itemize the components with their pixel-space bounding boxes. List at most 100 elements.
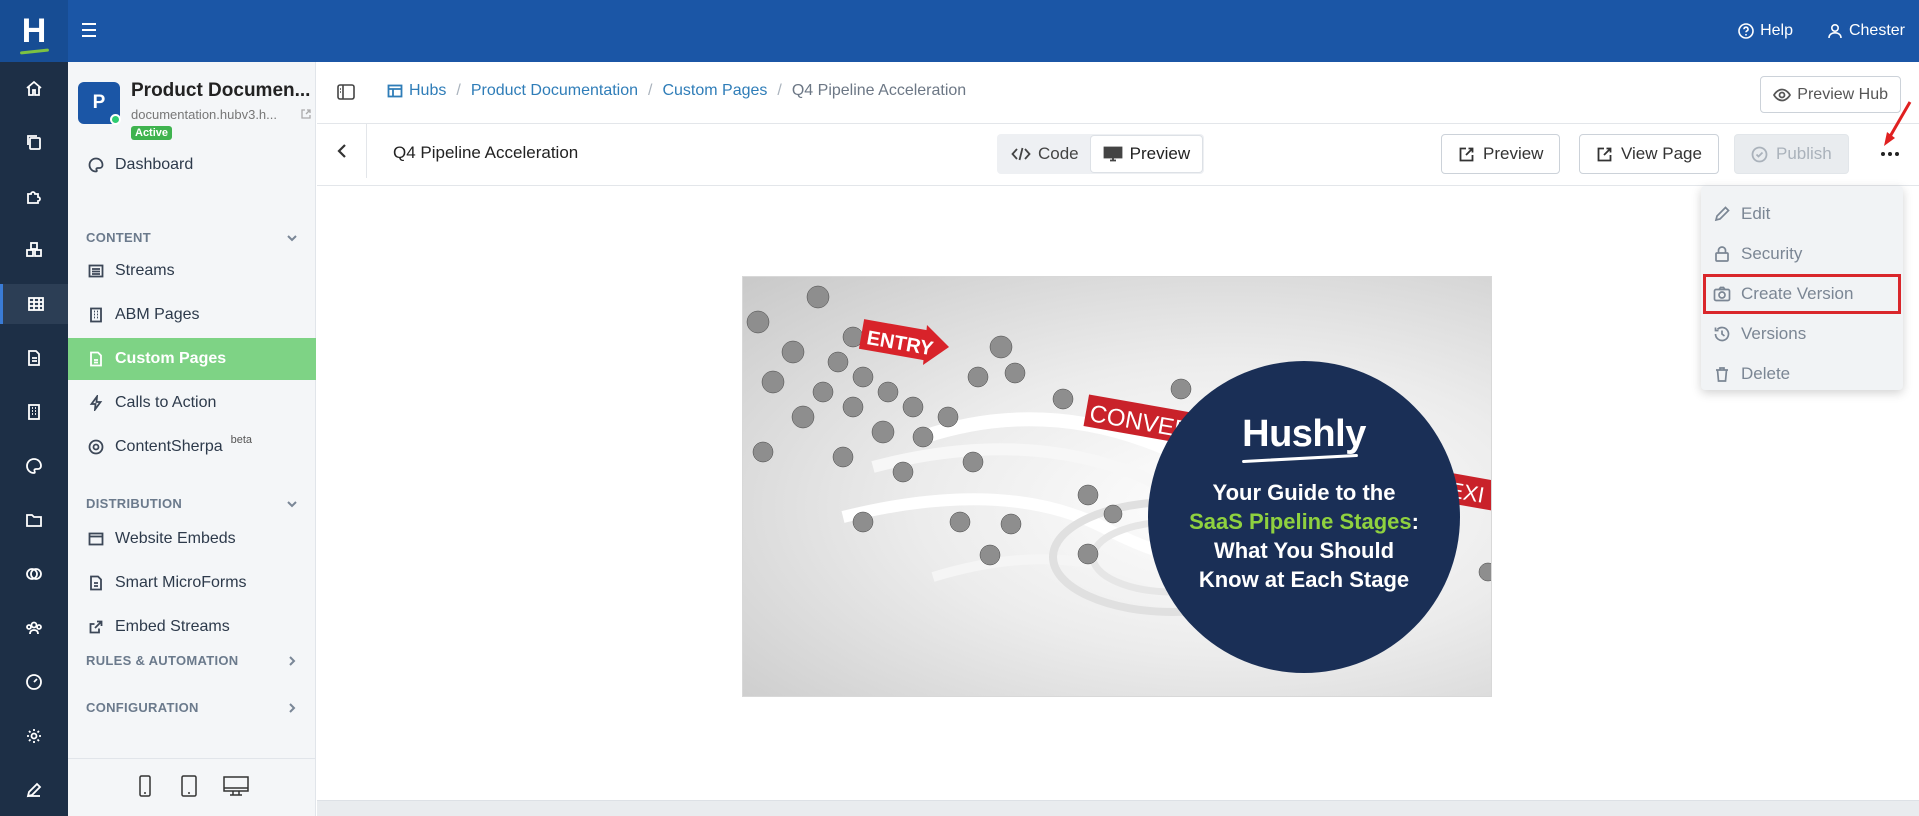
external-link-icon[interactable] [300,108,312,120]
camera-icon [1713,286,1731,302]
pencil-icon [1714,206,1730,222]
grid-icon [27,297,44,311]
preview-tab-label: Preview [1129,144,1191,163]
cubes-icon [26,242,42,257]
sidebar-item-label: Custom Pages [115,350,227,367]
menu-item-label: Security [1741,244,1803,263]
top-bar: H Help Chester [0,0,1919,62]
rail-home[interactable] [0,68,68,108]
breadcrumb-hubs[interactable]: Hubs [387,82,446,100]
gauge-icon [26,674,42,690]
sidebar-item-streams[interactable]: Streams [68,250,316,292]
page-icon [88,351,104,367]
section-content[interactable]: CONTENT [86,230,298,245]
back-button[interactable] [317,124,367,178]
help-link[interactable]: Help [1738,22,1793,40]
rail-grid[interactable] [0,284,68,324]
hamburger-menu-icon[interactable] [82,20,102,40]
sidebar-item-label: Calls to Action [115,394,217,411]
menu-item-label: Edit [1741,204,1771,223]
sidebar-toggle-icon[interactable] [337,84,355,100]
section-label: DISTRIBUTION [86,496,183,511]
sidebar-item-abm-pages[interactable]: ABM Pages [68,294,316,336]
mobile-icon[interactable] [134,774,156,802]
preview-button[interactable]: Preview [1441,134,1561,174]
menu-item-delete[interactable]: Delete [1701,354,1903,394]
sidebar-item-contentsherpa[interactable]: ContentSherpa beta [68,426,316,468]
banner-headline: Your Guide to the SaaS Pipeline Stages: … [1189,478,1419,594]
breadcrumb-product-documentation[interactable]: Product Documentation [471,82,638,100]
rail-palette[interactable] [0,446,68,486]
chevron-right-icon [289,702,296,713]
menu-item-create-version[interactable]: Create Version [1703,274,1901,314]
chevron-down-icon [287,234,297,241]
rail-folder[interactable] [0,500,68,540]
rail-building[interactable] [0,392,68,432]
user-menu[interactable]: Chester [1827,22,1905,40]
monitor-icon [1103,146,1123,162]
hub-url[interactable]: documentation.hubv3.h... [131,107,296,122]
table-icon [387,84,403,98]
horizontal-scrollbar[interactable] [317,800,1919,816]
hub-name: Product Documen... [131,80,311,101]
window-icon [88,531,104,547]
view-page-button[interactable]: View Page [1579,134,1719,174]
breadcrumb-current-page: Q4 Pipeline Acceleration [791,82,967,99]
sidebar-item-label: Smart MicroForms [115,574,247,591]
view-page-label: View Page [1621,144,1702,163]
chevron-right-icon [289,655,296,666]
section-rules-automation[interactable]: RULES & AUTOMATION [86,653,298,668]
breadcrumb-custom-pages[interactable]: Custom Pages [662,82,767,100]
sidebar-item-website-embeds[interactable]: Website Embeds [68,518,316,560]
publish-label: Publish [1776,144,1832,163]
sherpa-icon [88,439,104,455]
preview-hub-label: Preview Hub [1797,85,1888,103]
section-label: CONFIGURATION [86,700,199,715]
lock-icon [1715,246,1729,262]
publish-button[interactable]: Publish [1734,134,1849,174]
desktop-icon[interactable] [222,774,250,802]
menu-item-security[interactable]: Security [1701,234,1903,274]
rail-settings[interactable] [0,716,68,756]
rail-edit[interactable] [0,770,68,810]
menu-item-versions[interactable]: Versions [1701,314,1903,354]
breadcrumb: Hubs / Product Documentation / Custom Pa… [387,82,966,100]
list-icon [88,263,104,279]
home-icon [26,80,42,96]
sidebar-item-calls-to-action[interactable]: Calls to Action [68,382,316,424]
code-label: Code [1038,144,1079,163]
rail-cubes[interactable] [0,230,68,270]
preview-tab[interactable]: Preview [1090,136,1203,172]
hub-header[interactable]: P Product Documen... documentation.hubv3… [78,78,314,140]
sidebar-item-embed-streams[interactable]: Embed Streams [68,606,316,648]
rail-gauge[interactable] [0,662,68,702]
code-tab[interactable]: Code [999,136,1091,172]
menu-item-edit[interactable]: Edit [1701,194,1903,234]
app-logo[interactable]: H [0,0,68,62]
sidebar-item-label: ABM Pages [115,306,200,323]
rail-puzzle[interactable] [0,176,68,216]
icon-rail [0,62,68,816]
section-configuration[interactable]: CONFIGURATION [86,700,298,715]
breadcrumb-bar: Hubs / Product Documentation / Custom Pa… [317,62,1919,124]
sidebar-item-custom-pages[interactable]: Custom Pages [68,338,316,380]
palette-icon [88,157,104,173]
device-preview-switcher [68,758,316,816]
rail-document[interactable] [0,338,68,378]
banner-colon: : [1411,509,1419,534]
palette-icon [26,458,42,474]
rail-circles[interactable] [0,554,68,594]
breadcrumb-label: Hubs [409,82,447,99]
history-icon [1714,326,1730,342]
copy-icon [27,135,41,150]
question-circle-icon [1738,23,1754,39]
rail-copy[interactable] [0,122,68,162]
tablet-icon[interactable] [178,774,200,802]
top-right-actions: Help Chester [1738,0,1905,62]
sidebar-item-smart-microforms[interactable]: Smart MicroForms [68,562,316,604]
breadcrumb-separator: / [777,82,782,99]
sidebar: P Product Documen... documentation.hubv3… [68,62,316,816]
section-distribution[interactable]: DISTRIBUTION [86,496,298,511]
rail-users[interactable] [0,608,68,648]
sidebar-item-dashboard[interactable]: Dashboard [68,144,316,186]
